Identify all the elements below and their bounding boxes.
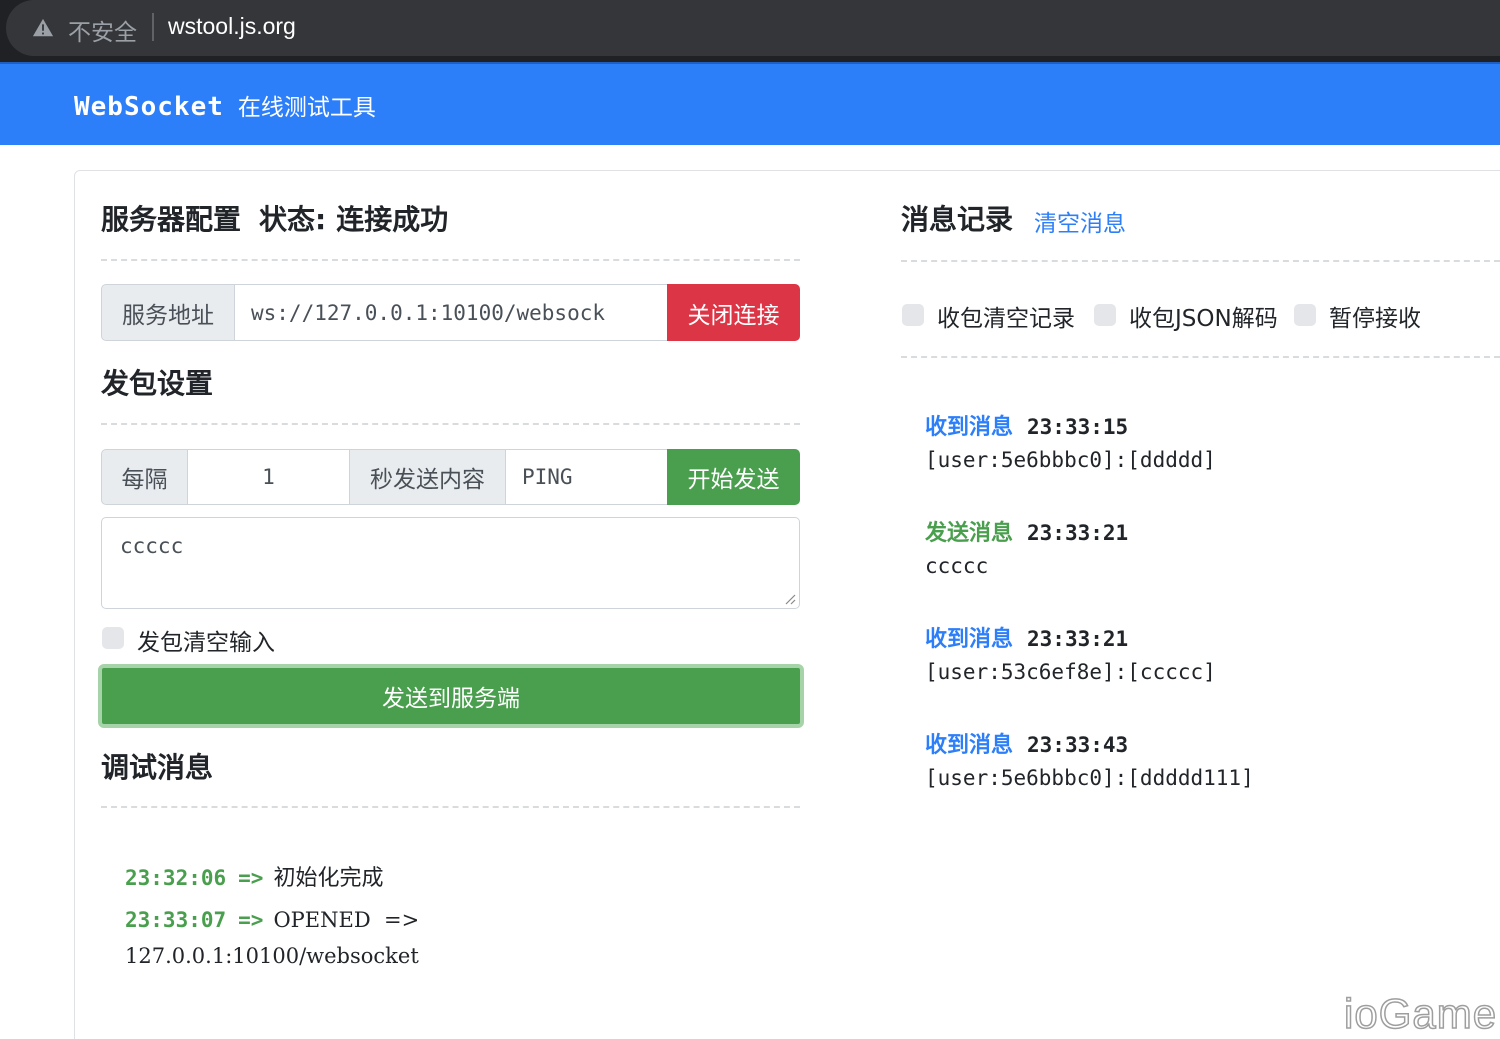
debug-time: 23:33:07 (125, 908, 227, 932)
message-header: 收到消息 23:33:15 (925, 409, 1128, 441)
watermark: ioGame (1343, 989, 1498, 1038)
recv-json-checkbox[interactable] (1094, 304, 1116, 326)
pause-receive-label[interactable]: 暂停接收 (1329, 299, 1421, 333)
message-time: 23:33:43 (1027, 733, 1129, 757)
debug-line: 23:33:07 => OPENED => (125, 908, 419, 932)
recv-clear-label[interactable]: 收包清空记录 (937, 299, 1075, 333)
interval-input[interactable]: 1 (187, 449, 350, 505)
message-kind: 收到消息 (925, 733, 1014, 758)
message-header: 发送消息 23:33:21 (925, 515, 1128, 547)
message-time: 23:33:21 (1027, 627, 1129, 651)
server-address-input[interactable]: ws://127.0.0.1:10100/websock (234, 284, 668, 341)
message-textarea[interactable]: ccccc (101, 517, 800, 609)
debug-time: 23:32:06 (125, 866, 227, 890)
auto-content-input[interactable]: PING (505, 449, 668, 505)
messages-title: 消息记录 (901, 203, 1014, 236)
send-settings-title: 发包设置 (101, 367, 214, 400)
interval-label: 每隔 (101, 449, 188, 505)
warning-icon[interactable] (32, 17, 54, 39)
divider (901, 356, 1500, 358)
status-value: 连接成功 (336, 203, 449, 236)
message-time: 23:33:15 (1027, 415, 1129, 439)
debug-line-continuation: 127.0.0.1:10100/websocket (125, 944, 419, 968)
divider (101, 259, 800, 261)
message-body: [user:5e6bbbc0]:[ddddd] (925, 448, 1216, 472)
message-body: [user:53c6ef8e]:[ccccc] (925, 660, 1216, 684)
message-time: 23:33:21 (1027, 521, 1129, 545)
clear-input-label[interactable]: 发包清空输入 (137, 623, 275, 657)
divider (901, 260, 1500, 262)
pause-receive-checkbox[interactable] (1294, 304, 1316, 326)
message-text: ccccc (120, 534, 184, 558)
url-divider (152, 13, 154, 41)
message-kind: 收到消息 (925, 415, 1014, 440)
debug-text: OPENED => (273, 908, 420, 932)
clear-input-checkbox[interactable] (102, 627, 124, 649)
message-header: 收到消息 23:33:21 (925, 621, 1128, 653)
security-label[interactable]: 不安全 (68, 13, 137, 47)
brand[interactable]: WebSocket 在线测试工具 (74, 88, 376, 122)
status-label: 状态: (259, 203, 327, 236)
brand-name: WebSocket (74, 92, 224, 122)
divider (101, 423, 800, 425)
debug-text: 初始化完成 (273, 866, 384, 891)
address-label: 服务地址 (101, 284, 235, 341)
brand-subtitle: 在线测试工具 (237, 95, 376, 121)
message-header: 收到消息 23:33:43 (925, 727, 1128, 759)
recv-json-label[interactable]: 收包JSON解码 (1129, 299, 1278, 333)
url-text[interactable]: wstool.js.org (168, 13, 296, 40)
address-bar[interactable]: 不安全 wstool.js.org (6, 0, 1500, 56)
server-config-title: 服务器配置 状态: 连接成功 (101, 203, 449, 236)
debug-arrow: => (238, 866, 264, 890)
message-body: ccccc (925, 554, 989, 578)
content-label: 秒发送内容 (349, 449, 506, 505)
debug-line: 23:32:06 => 初始化完成 (125, 860, 383, 892)
resize-handle-icon[interactable] (784, 593, 796, 605)
message-kind: 发送消息 (925, 521, 1014, 546)
close-connection-button[interactable]: 关闭连接 (667, 284, 800, 341)
divider (101, 806, 800, 808)
message-kind: 收到消息 (925, 627, 1014, 652)
app-header: WebSocket 在线测试工具 (0, 62, 1500, 145)
message-body: [user:5e6bbbc0]:[ddddd111] (925, 766, 1254, 790)
send-to-server-button[interactable]: 发送到服务端 (98, 664, 804, 728)
browser-toolbar: 不安全 wstool.js.org (0, 0, 1500, 62)
recv-clear-checkbox[interactable] (902, 304, 924, 326)
debug-arrow: => (238, 908, 264, 932)
debug-title: 调试消息 (101, 751, 214, 784)
start-sending-button[interactable]: 开始发送 (667, 449, 800, 505)
clear-messages-link[interactable]: 清空消息 (1034, 204, 1126, 238)
